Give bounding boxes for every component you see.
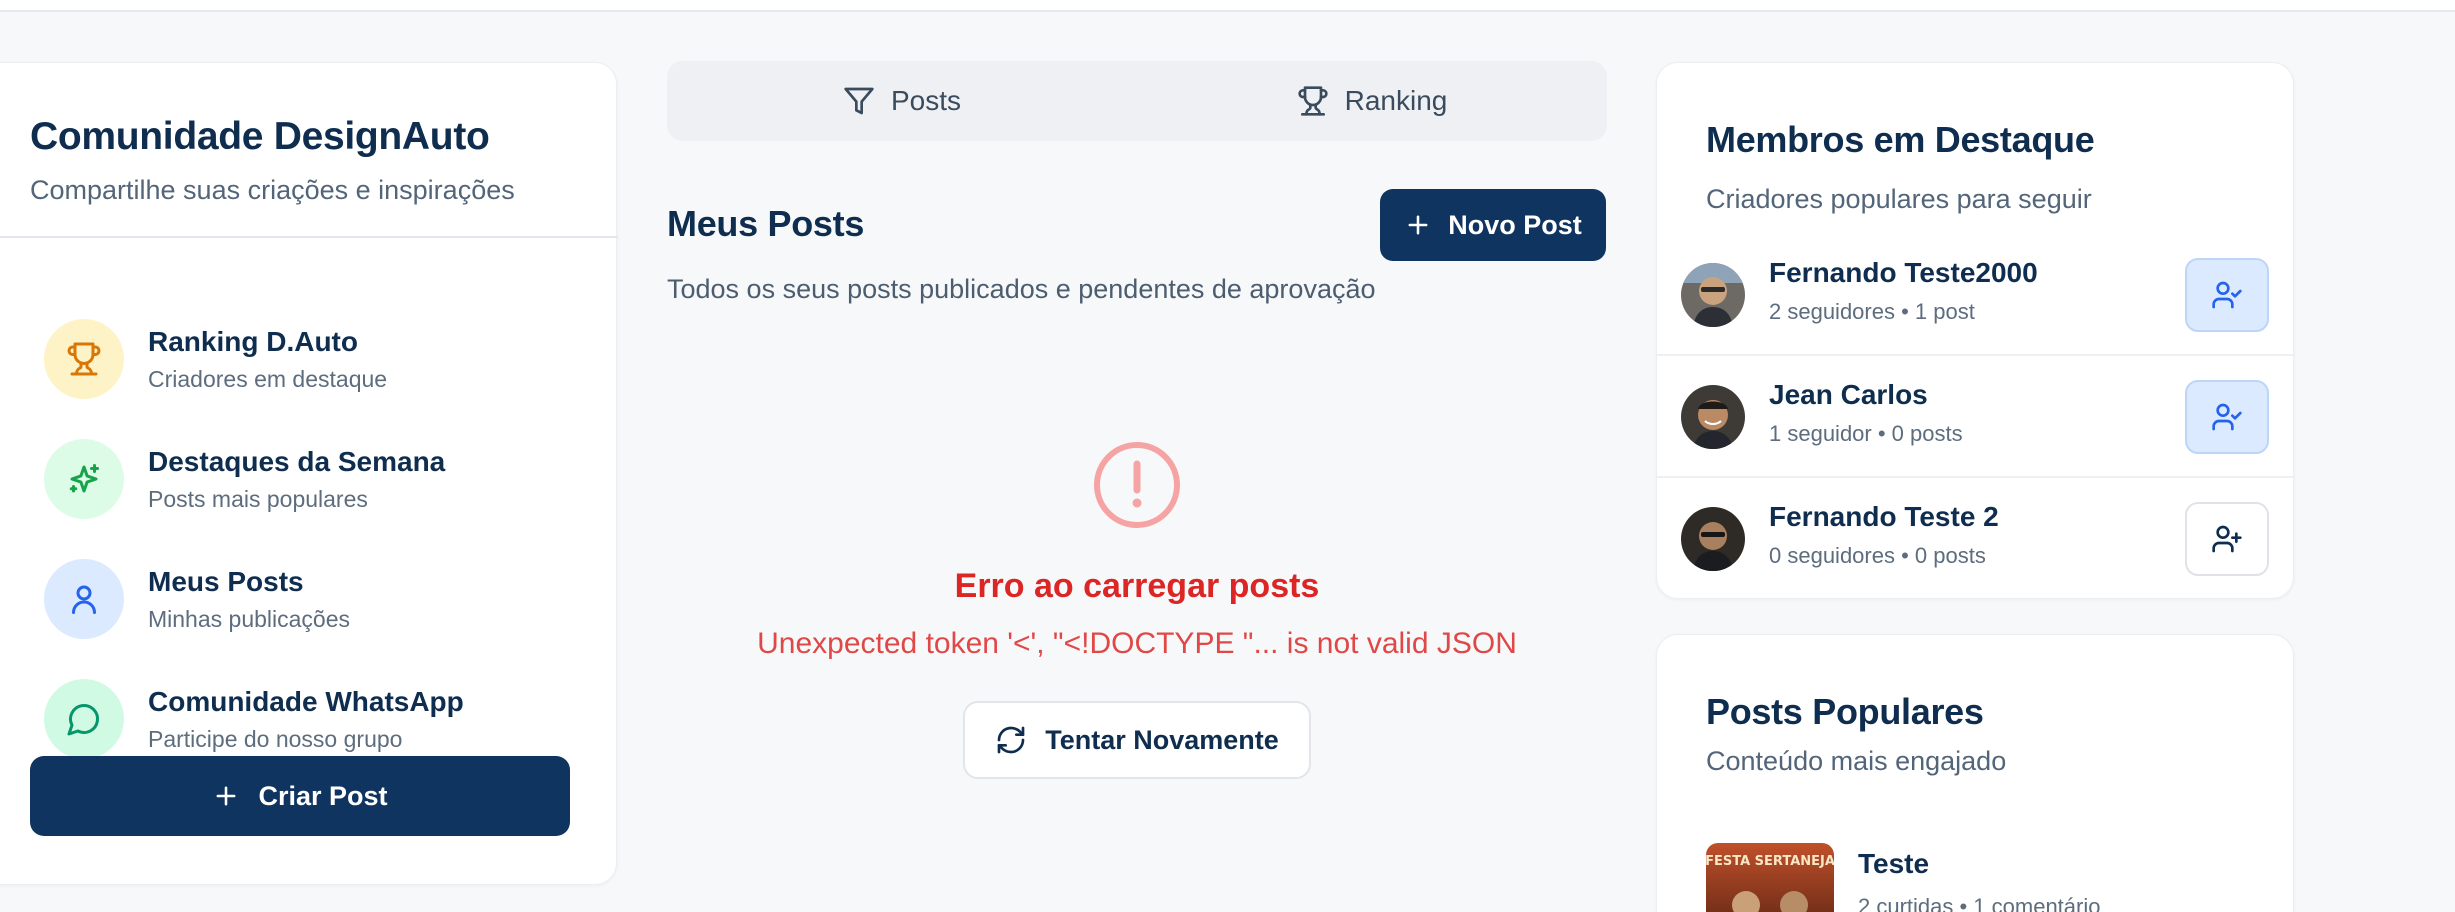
popular-title: Posts Populares xyxy=(1706,691,1984,732)
alert-circle-icon xyxy=(1094,442,1180,528)
sidebar-item-ranking[interactable]: Ranking D.Auto Criadores em destaque xyxy=(44,309,584,409)
user-check-icon xyxy=(2212,403,2242,431)
retry-label: Tentar Novamente xyxy=(1045,724,1279,755)
tab-bar: Posts Ranking xyxy=(667,61,1607,141)
create-post-label: Criar Post xyxy=(258,780,388,811)
plus-icon xyxy=(217,786,236,806)
error-message: Unexpected token '<', "<!DOCTYPE "... is… xyxy=(757,627,1517,660)
chat-bubble-icon xyxy=(44,679,124,759)
tab-label: Ranking xyxy=(1344,85,1448,116)
member-row: Fernando Teste 2 0 seguidores • 0 posts xyxy=(1657,479,2295,600)
trophy-icon xyxy=(1298,86,1328,116)
sparkle-icon xyxy=(44,439,124,519)
avatar[interactable] xyxy=(1681,385,1745,449)
refresh-icon xyxy=(997,726,1025,754)
follow-button[interactable] xyxy=(2185,502,2269,576)
avatar[interactable] xyxy=(1681,263,1745,327)
post-stats: 2 curtidas • 1 comentário xyxy=(1858,894,2101,912)
following-button[interactable] xyxy=(2185,258,2269,332)
community-sidebar: Comunidade DesignAuto Compartilhe suas c… xyxy=(0,62,618,885)
page-subtitle: Todos os seus posts publicados e pendent… xyxy=(667,274,1376,304)
tab-posts[interactable]: Posts xyxy=(667,61,1137,141)
sidebar-subtitle: Compartilhe suas criações e inspirações xyxy=(30,175,515,205)
error-title: Erro ao carregar posts xyxy=(954,567,1320,605)
sidebar-item-label: Meus Posts xyxy=(148,565,304,597)
member-row: Jean Carlos 1 seguidor • 0 posts xyxy=(1657,357,2295,478)
user-check-icon xyxy=(2212,281,2242,309)
sidebar-item-description: Posts mais populares xyxy=(148,485,368,512)
member-stats: 2 seguidores • 1 post xyxy=(1769,299,1975,324)
trophy-icon xyxy=(44,319,124,399)
popular-posts-card: Posts Populares Conteúdo mais engajado F… xyxy=(1656,634,2294,912)
new-post-label: Novo Post xyxy=(1448,209,1582,240)
sidebar-title: Comunidade DesignAuto xyxy=(30,115,490,158)
tab-label: Posts xyxy=(890,85,962,116)
sidebar-item-description: Criadores em destaque xyxy=(148,365,388,392)
popular-subtitle: Conteúdo mais engajado xyxy=(1706,746,2007,776)
members-subtitle: Criadores populares para seguir xyxy=(1706,184,2092,214)
divider xyxy=(0,236,618,238)
avatar[interactable] xyxy=(1681,507,1745,571)
post-thumbnail[interactable]: FESTA SERTANEJA xyxy=(1706,843,1834,912)
member-name[interactable]: Fernando Teste2000 xyxy=(1769,257,2038,289)
plus-icon xyxy=(1408,215,1428,235)
sidebar-item-whatsapp[interactable]: Comunidade WhatsApp Participe do nosso g… xyxy=(44,669,584,769)
sidebar-item-description: Minhas publicações xyxy=(148,605,351,632)
member-name[interactable]: Jean Carlos xyxy=(1769,379,1928,411)
member-name[interactable]: Fernando Teste 2 xyxy=(1769,501,1999,533)
post-title[interactable]: Teste xyxy=(1858,848,1929,880)
tab-ranking[interactable]: Ranking xyxy=(1137,61,1607,141)
following-button[interactable] xyxy=(2185,380,2269,454)
featured-members-card: Membros em Destaque Criadores populares … xyxy=(1656,62,2295,600)
filter-icon xyxy=(844,87,874,115)
sidebar-item-meus-posts[interactable]: Meus Posts Minhas publicações xyxy=(44,549,584,649)
member-stats: 0 seguidores • 0 posts xyxy=(1769,543,1986,568)
retry-button[interactable]: Tentar Novamente xyxy=(963,701,1311,779)
thumbnail-text: FESTA SERTANEJA xyxy=(1706,854,1834,869)
sidebar-item-label: Destaques da Semana xyxy=(148,445,446,477)
sidebar-item-label: Comunidade WhatsApp xyxy=(148,685,464,717)
top-bar xyxy=(0,0,2455,12)
new-post-button[interactable]: Novo Post xyxy=(1380,189,1606,261)
page-title: Meus Posts xyxy=(667,203,865,244)
members-title: Membros em Destaque xyxy=(1706,119,2095,160)
sidebar-item-label: Ranking D.Auto xyxy=(148,325,358,357)
user-plus-icon xyxy=(2212,525,2242,553)
member-stats: 1 seguidor • 0 posts xyxy=(1769,421,1963,446)
create-post-button[interactable]: Criar Post xyxy=(30,756,570,836)
member-row: Fernando Teste2000 2 seguidores • 1 post xyxy=(1657,235,2295,356)
user-icon xyxy=(44,559,124,639)
sidebar-item-destaques[interactable]: Destaques da Semana Posts mais populares xyxy=(44,429,584,529)
sidebar-item-description: Participe do nosso grupo xyxy=(148,725,403,752)
